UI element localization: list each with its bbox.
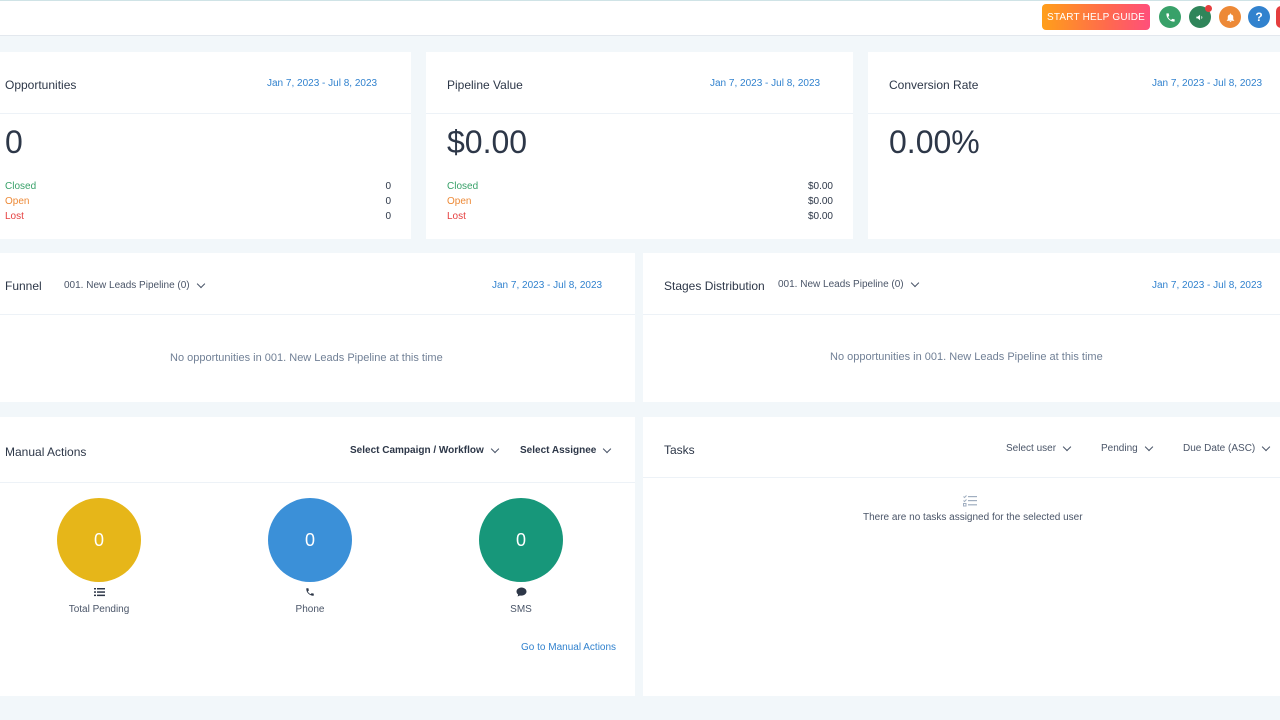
start-help-guide-button[interactable]: START HELP GUIDE [1042,4,1150,30]
notification-dot [1205,5,1212,12]
chevron-down-icon [490,444,499,454]
bell-icon[interactable] [1219,6,1241,28]
go-to-manual-actions-link[interactable]: Go to Manual Actions [521,642,616,653]
date-range-picker[interactable]: Jan 7, 2023 - Jul 8, 2023 [710,78,820,89]
empty-tasks-message: There are no tasks assigned for the sele… [863,512,1083,523]
closed-label: Closed [447,181,479,192]
card-title: Manual Actions [5,445,87,459]
card-title: Opportunities [5,78,77,92]
total-pending-counter[interactable]: 0 [57,498,141,582]
opportunities-count: 0 [5,124,23,160]
sort-select[interactable]: Due Date (ASC) [1183,442,1271,454]
open-value: $0.00 [807,196,833,207]
card-title: Tasks [664,443,695,457]
opportunities-card: Opportunities Jan 7, 2023 - Jul 8, 2023 … [0,52,411,239]
date-range-picker[interactable]: Jan 7, 2023 - Jul 8, 2023 [267,78,377,89]
campaign-workflow-select[interactable]: Select Campaign / Workflow [350,444,499,456]
card-title: Pipeline Value [447,78,523,92]
pipeline-value-card: Pipeline Value Jan 7, 2023 - Jul 8, 2023… [426,52,853,239]
conversion-rate-value: 0.00% [889,124,980,160]
closed-value: 0 [385,181,391,192]
funnel-card: Funnel 001. New Leads Pipeline (0) Jan 7… [0,253,635,402]
empty-message: No opportunities in 001. New Leads Pipel… [830,351,1103,363]
open-value: 0 [385,196,391,207]
megaphone-icon[interactable] [1189,5,1212,28]
manual-actions-card: Manual Actions Select Campaign / Workflo… [0,417,635,696]
lost-label: Lost [447,211,466,222]
sms-counter[interactable]: 0 [479,498,563,582]
lost-label: Lost [5,211,24,222]
list-icon [89,587,109,600]
top-bar: START HELP GUIDE ? [0,0,1280,36]
help-icon[interactable]: ? [1248,6,1270,28]
open-label: Open [447,196,472,207]
card-title: Stages Distribution [664,279,765,293]
total-pending-label: Total Pending [68,604,130,615]
chevron-down-icon [910,278,919,288]
pipeline-select[interactable]: 001. New Leads Pipeline (0) [64,279,205,291]
empty-message: No opportunities in 001. New Leads Pipel… [170,352,443,364]
campaign-select-value: Select Campaign / Workflow [350,445,484,456]
assignee-select[interactable]: Select Assignee [520,444,612,456]
chevron-down-icon [1262,442,1271,452]
date-range-picker[interactable]: Jan 7, 2023 - Jul 8, 2023 [492,280,602,291]
tasks-card: Tasks Select user Pending Due Date (ASC)… [643,417,1280,696]
chevron-down-icon [196,279,205,289]
lost-value: 0 [385,211,391,222]
date-range-picker[interactable]: Jan 7, 2023 - Jul 8, 2023 [1152,78,1262,89]
stages-distribution-card: Stages Distribution 001. New Leads Pipel… [643,253,1280,402]
date-range-picker[interactable]: Jan 7, 2023 - Jul 8, 2023 [1152,280,1262,291]
chat-icon [511,587,531,600]
closed-value: $0.00 [807,181,833,192]
pipeline-select-value: 001. New Leads Pipeline (0) [778,279,904,290]
chevron-down-icon [603,444,612,454]
phone-label: Phone [295,604,325,615]
conversion-rate-card: Conversion Rate Jan 7, 2023 - Jul 8, 202… [868,52,1280,239]
chevron-down-icon [1144,442,1153,452]
assignee-select-value: Select Assignee [520,445,597,456]
task-list-icon [963,494,977,512]
user-avatar-icon[interactable] [1276,6,1280,28]
status-select-value: Pending [1101,443,1138,454]
user-select[interactable]: Select user [1006,442,1072,454]
pipeline-select[interactable]: 001. New Leads Pipeline (0) [778,278,919,290]
status-select[interactable]: Pending [1101,442,1153,454]
card-title: Funnel [5,279,42,293]
phone-counter[interactable]: 0 [268,498,352,582]
pipeline-select-value: 001. New Leads Pipeline (0) [64,280,190,291]
open-label: Open [5,196,30,207]
chevron-down-icon [1062,442,1072,452]
sort-select-value: Due Date (ASC) [1183,443,1256,454]
phone-icon [300,587,320,600]
closed-label: Closed [5,181,37,192]
phone-icon[interactable] [1159,6,1181,28]
user-select-value: Select user [1006,443,1057,454]
sms-label: SMS [510,604,532,615]
lost-value: $0.00 [807,211,833,222]
card-title: Conversion Rate [889,78,979,92]
pipeline-value-amount: $0.00 [447,124,528,160]
